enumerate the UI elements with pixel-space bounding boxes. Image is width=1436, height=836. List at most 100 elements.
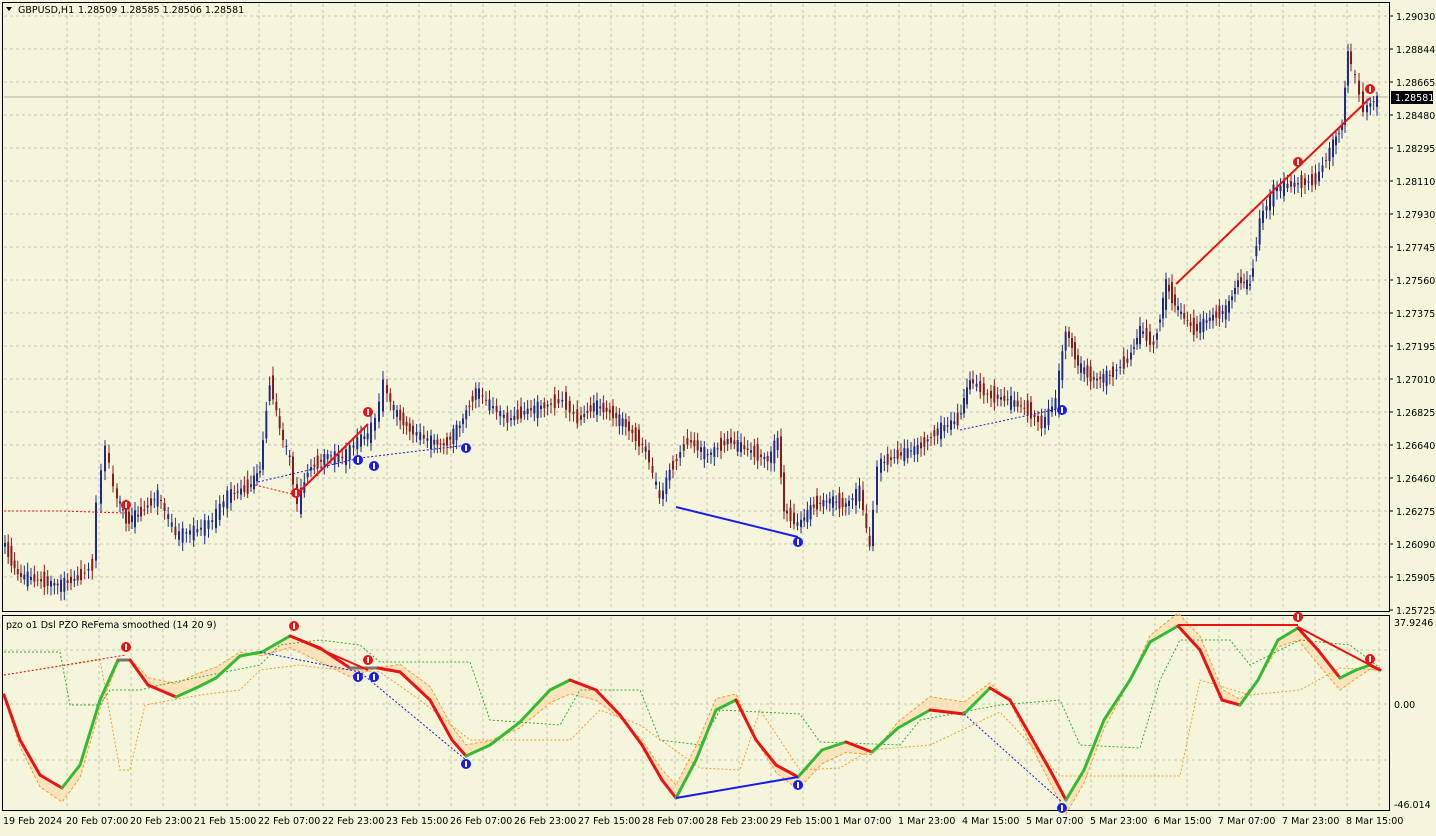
- candle-body: [131, 515, 133, 523]
- candle-body: [1186, 320, 1189, 322]
- candle-body: [265, 410, 268, 439]
- candle-body: [1122, 356, 1125, 369]
- candle-body: [233, 492, 236, 494]
- candle-body: [13, 560, 16, 569]
- candle-body: [378, 401, 380, 422]
- candle-body: [838, 492, 841, 509]
- candle-body: [822, 500, 825, 507]
- candle-body: [386, 385, 388, 394]
- oscillator-series: [2, 612, 1382, 816]
- candle-body: [30, 576, 32, 580]
- candle-body: [288, 455, 291, 458]
- candle-body: [485, 399, 487, 401]
- candle-body: [956, 412, 959, 426]
- candle-body: [341, 456, 344, 459]
- candle-body: [1243, 281, 1245, 283]
- candle-body: [872, 509, 874, 547]
- candle-body: [10, 545, 13, 566]
- red-down-arrow-icon: [121, 500, 131, 510]
- arrow-stem: [465, 445, 467, 451]
- triangle-down-icon[interactable]: [6, 7, 12, 11]
- candle-body: [966, 387, 968, 405]
- candle-body: [150, 498, 152, 506]
- chart-canvas[interactable]: 1.28581 1.29030 1.28844 1.28665 1.28480 …: [0, 0, 1436, 832]
- candle-body: [36, 579, 39, 581]
- candle-body: [1159, 319, 1161, 323]
- red-down-arrow-icon: [1365, 84, 1375, 94]
- candle-body: [170, 522, 173, 527]
- candle-body: [1347, 51, 1349, 86]
- candle-body: [419, 432, 422, 441]
- candle-body: [883, 461, 886, 463]
- candle-body: [690, 440, 692, 443]
- candle-body: [583, 414, 586, 417]
- dotted-trend-line: [254, 484, 297, 496]
- candle-body: [743, 445, 746, 450]
- candle-body: [382, 379, 384, 412]
- candle-body: [933, 430, 936, 437]
- candle-body: [770, 451, 772, 463]
- candle-body: [492, 406, 494, 409]
- blue-up-arrow-icon: [369, 672, 379, 682]
- candle-body: [356, 437, 359, 450]
- candle-body: [1228, 301, 1230, 313]
- candle-body: [638, 429, 640, 447]
- candle-body: [946, 425, 949, 427]
- candle-body: [886, 453, 889, 465]
- candle-body: [1307, 181, 1310, 183]
- candle-body: [474, 388, 477, 400]
- candle-body: [679, 452, 682, 458]
- red-down-arrow-icon: [121, 642, 131, 652]
- candle-body: [20, 573, 22, 578]
- candle-body: [253, 475, 255, 490]
- indicator-level-zero: 0.00: [1394, 700, 1415, 711]
- candle-body: [806, 509, 809, 523]
- candle-body: [953, 421, 956, 424]
- candle-body: [116, 488, 118, 499]
- candle-body: [1051, 406, 1053, 413]
- candle-body: [1286, 183, 1289, 189]
- candle-body: [763, 456, 766, 459]
- candle-body: [189, 530, 191, 535]
- indicator-title: pzo o1 Dsl PZO ReFema smoothed (14 20 9): [6, 620, 216, 631]
- candle-body: [363, 436, 366, 440]
- candle-body: [122, 509, 124, 511]
- candle-body: [993, 385, 996, 403]
- candle-body: [896, 449, 899, 460]
- candle-body: [1218, 305, 1221, 319]
- candle-body: [1099, 376, 1102, 380]
- candle-body: [374, 418, 376, 431]
- candle-body: [716, 448, 719, 450]
- candle-body: [1108, 375, 1111, 377]
- candle-body: [1258, 218, 1261, 245]
- candle-body: [316, 455, 319, 469]
- candle-body: [602, 402, 605, 413]
- candle-body: [282, 429, 284, 441]
- candle-body: [703, 446, 706, 460]
- candle-body: [1372, 101, 1375, 103]
- price-level: 1.25725: [1396, 606, 1435, 617]
- arrow-stem: [293, 623, 295, 629]
- price-level: 1.26460: [1396, 474, 1435, 485]
- arrow-stem: [797, 539, 799, 545]
- candle-body: [819, 503, 822, 505]
- candle-body: [686, 438, 689, 445]
- oscillator-segment: [78, 698, 102, 767]
- candle-body: [900, 452, 902, 456]
- candle-body: [580, 415, 582, 420]
- price-level: 1.26090: [1396, 540, 1435, 551]
- candle-body: [134, 510, 136, 528]
- candle-body: [211, 520, 214, 523]
- candle-body: [615, 413, 618, 419]
- candle-body: [53, 582, 56, 586]
- red-down-arrow-icon: [1293, 157, 1303, 167]
- candle-body: [568, 400, 571, 413]
- candle-body: [809, 505, 812, 520]
- candle-body: [906, 448, 909, 458]
- candle-body: [370, 422, 372, 443]
- price-level: 1.26825: [1396, 408, 1435, 419]
- oscillator-segment: [128, 658, 150, 687]
- candle-body: [80, 569, 82, 581]
- candle-body: [1279, 186, 1282, 192]
- candle-body: [436, 439, 439, 445]
